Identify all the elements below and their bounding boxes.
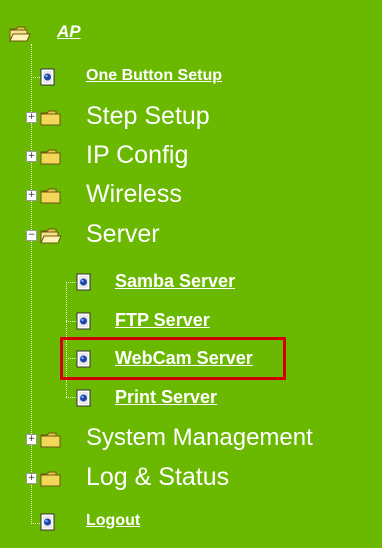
tree-root-ap[interactable]: AP — [0, 18, 120, 56]
plus-icon[interactable]: + — [26, 151, 37, 162]
tree-item-system-management[interactable]: + System Management — [0, 420, 370, 458]
page-icon — [76, 389, 91, 407]
tree-item-label[interactable]: Log & Status — [86, 462, 229, 492]
tree-item-label[interactable]: Server — [86, 219, 160, 249]
minus-icon[interactable]: − — [26, 230, 37, 241]
tree-item-samba-server[interactable]: Samba Server — [0, 263, 300, 301]
page-icon — [76, 350, 91, 368]
tree-item-ftp-server[interactable]: FTP Server — [0, 302, 300, 340]
tree-item-label[interactable]: FTP Server — [115, 310, 210, 331]
tree-item-ip-config[interactable]: + IP Config — [0, 137, 300, 175]
tree-root-label[interactable]: AP — [57, 22, 81, 42]
tree-item-label[interactable]: WebCam Server — [115, 348, 253, 369]
folder-icon — [40, 432, 61, 448]
tree-item-label[interactable]: System Management — [86, 423, 313, 453]
tree-item-step-setup[interactable]: + Step Setup — [0, 98, 300, 136]
tree-item-print-server[interactable]: Print Server — [0, 379, 300, 417]
tree-item-logout[interactable]: Logout — [0, 503, 300, 541]
page-icon — [76, 273, 91, 291]
plus-icon[interactable]: + — [26, 473, 37, 484]
navigation-tree: AP One Button Setup + Step Setup + IP Co… — [0, 0, 382, 548]
tree-item-label[interactable]: Print Server — [115, 387, 217, 408]
folder-icon — [40, 471, 61, 487]
tree-item-wireless[interactable]: + Wireless — [0, 176, 300, 214]
tree-item-label[interactable]: IP Config — [86, 140, 188, 170]
folder-icon — [40, 188, 61, 204]
tree-item-label[interactable]: Samba Server — [115, 271, 235, 292]
folder-icon — [40, 110, 61, 126]
page-icon — [40, 513, 55, 531]
folder-icon — [40, 149, 61, 165]
tree-item-server[interactable]: − Server — [0, 216, 300, 254]
plus-icon[interactable]: + — [26, 112, 37, 123]
open-folder-icon — [9, 26, 31, 42]
tree-item-label[interactable]: Wireless — [86, 179, 182, 209]
tree-item-log-status[interactable]: + Log & Status — [0, 459, 300, 497]
plus-icon[interactable]: + — [26, 434, 37, 445]
open-folder-icon — [40, 228, 62, 244]
tree-item-one-button-setup[interactable]: One Button Setup — [0, 58, 300, 96]
tree-item-label[interactable]: Step Setup — [86, 101, 210, 131]
plus-icon[interactable]: + — [26, 190, 37, 201]
page-icon — [40, 68, 55, 86]
tree-item-label[interactable]: Logout — [86, 512, 140, 530]
page-icon — [76, 312, 91, 330]
tree-item-label[interactable]: One Button Setup — [86, 67, 222, 85]
tree-item-webcam-server[interactable]: WebCam Server — [0, 340, 300, 378]
